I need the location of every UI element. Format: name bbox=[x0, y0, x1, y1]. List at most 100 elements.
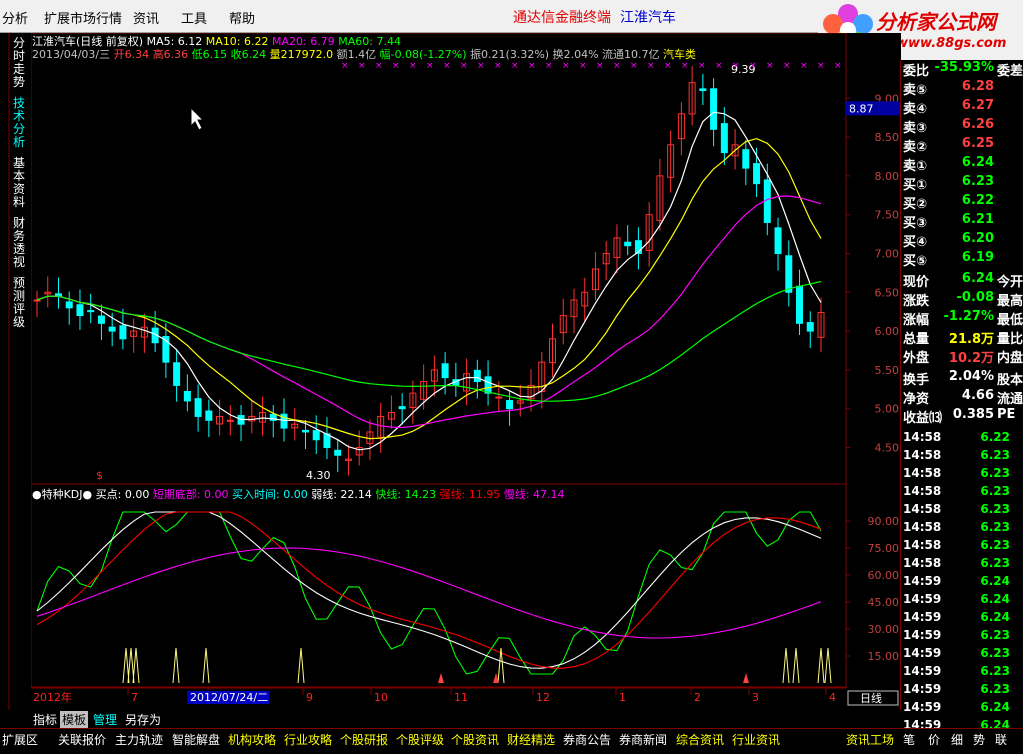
price-axis-label: 7.00 bbox=[875, 247, 900, 260]
statusbar-tab[interactable]: 券商公告 bbox=[563, 731, 611, 748]
statusbar-tab[interactable]: 个股评级 bbox=[396, 731, 444, 748]
quote-row-value: 10.2万 bbox=[948, 351, 994, 366]
tick-row: 14:58 6.23 bbox=[901, 448, 1023, 466]
order-book-row: 卖④ 6.27 bbox=[901, 98, 1023, 117]
tab-basic-info[interactable]: 基本资料 bbox=[11, 157, 27, 209]
statusbar-tab[interactable]: 行业攻略 bbox=[284, 731, 332, 748]
ma5-line bbox=[36, 111, 822, 451]
statusbar-tab[interactable]: 资讯工场 bbox=[846, 731, 894, 748]
tab-forecast[interactable]: 预测评级 bbox=[11, 277, 27, 329]
signal-marker: × bbox=[443, 61, 451, 71]
statusbar-tab[interactable]: 个股研报 bbox=[340, 731, 388, 748]
statusbar-tab[interactable]: 笔 bbox=[903, 731, 915, 748]
date-axis-month: 4 bbox=[829, 691, 836, 704]
statusbar-tab[interactable]: 主力轨迹 bbox=[115, 731, 163, 748]
indicator-tabs: 指标 模板 管理 另存为 bbox=[31, 710, 901, 728]
kdj-info-7: 慢线: 47.14 bbox=[503, 488, 565, 501]
menu-tools[interactable]: 工具 bbox=[181, 8, 207, 27]
signal-marker: × bbox=[800, 61, 808, 71]
sell-marker bbox=[438, 673, 444, 683]
tab-manage[interactable]: 管理 bbox=[91, 711, 119, 728]
ohlc-info-3: 低6.15 bbox=[191, 48, 231, 61]
statusbar-tab[interactable]: 券商新闻 bbox=[619, 731, 667, 748]
statusbar-tab[interactable]: 联 bbox=[995, 731, 1007, 748]
signal-marker: × bbox=[664, 61, 672, 71]
candle-body bbox=[774, 227, 782, 254]
menu-extended-market[interactable]: 扩展市场行情 bbox=[44, 8, 122, 27]
tick-price: 6.23 bbox=[980, 556, 1010, 570]
kdj-axis-label: 30.00 bbox=[868, 623, 900, 636]
candle-body bbox=[334, 449, 342, 456]
tick-time: 14:59 bbox=[903, 646, 942, 660]
candle-body bbox=[441, 363, 449, 379]
price-axis-label: 8.00 bbox=[875, 170, 900, 183]
kdj-info-1: 买点: 0.00 bbox=[95, 488, 153, 501]
ma10-line bbox=[36, 137, 822, 440]
menu-info[interactable]: 资讯 bbox=[133, 8, 159, 27]
tab-intraday[interactable]: 分时走势 bbox=[11, 37, 27, 89]
date-axis-month: 3 bbox=[752, 691, 759, 704]
candle-body bbox=[108, 326, 116, 332]
buy-spike bbox=[172, 647, 180, 684]
mouse-cursor-icon bbox=[190, 106, 205, 131]
candle-body bbox=[205, 410, 213, 421]
date-axis-month: 9 bbox=[306, 691, 313, 704]
date-axis-month: 2 bbox=[694, 691, 701, 704]
tick-row: 14:58 6.23 bbox=[901, 538, 1023, 556]
buy-spike bbox=[782, 647, 790, 684]
signal-marker: × bbox=[358, 61, 366, 71]
kdj-info-line: ●特种KDJ● 买点: 0.00 短期底部: 0.00 买入时间: 0.00 弱… bbox=[32, 486, 565, 502]
order-book-row-label: 卖⑤ bbox=[903, 83, 928, 98]
tick-price: 6.23 bbox=[980, 682, 1010, 696]
menu-help[interactable]: 帮助 bbox=[229, 8, 255, 27]
tick-time: 14:59 bbox=[903, 628, 942, 642]
statusbar-tab[interactable]: 智能解盘 bbox=[172, 731, 220, 748]
candle-body bbox=[624, 241, 632, 247]
order-book-row-value: 6.24 bbox=[961, 155, 994, 170]
quote-row-label2: 最高 bbox=[997, 294, 1023, 309]
statusbar-tab[interactable]: 行业资讯 bbox=[732, 731, 780, 748]
tab-template[interactable]: 模板 bbox=[60, 711, 89, 728]
tab-technical[interactable]: 技术分析 bbox=[11, 97, 27, 149]
statusbar-tab[interactable]: 价 bbox=[928, 731, 940, 748]
menu-analysis[interactable]: 分析 bbox=[2, 8, 28, 27]
chart-area[interactable]: 9.00 8.50 8.00 7.50 7.00 6.50 6.00 5.50 5.00 4.50… bbox=[30, 32, 901, 725]
tick-time: 14:58 bbox=[903, 502, 942, 516]
tick-price: 6.23 bbox=[980, 538, 1010, 552]
kdj-info-0: ●特种KDJ● bbox=[32, 488, 96, 501]
tab-save-as[interactable]: 另存为 bbox=[123, 711, 163, 728]
statusbar-tab[interactable]: 综合资讯 bbox=[676, 731, 724, 748]
tab-financial[interactable]: 财务透视 bbox=[11, 217, 27, 269]
side-divider bbox=[8, 33, 10, 710]
statusbar-tab[interactable]: 关联报价 bbox=[58, 731, 106, 748]
candle-body bbox=[183, 390, 191, 402]
candle-body bbox=[473, 369, 481, 383]
date-axis-month: 1 bbox=[619, 691, 626, 704]
statusbar-tab[interactable]: 细 bbox=[951, 731, 963, 748]
candle-body bbox=[742, 149, 750, 169]
statusbar-tab[interactable]: 扩展区 bbox=[2, 731, 38, 748]
order-book-row: 买③ 6.21 bbox=[901, 212, 1023, 231]
statusbar-tab[interactable]: 财经精选 bbox=[507, 731, 555, 748]
kdj-info-5: 快线: 14.23 bbox=[375, 488, 440, 501]
tab-indicator[interactable]: 指标 bbox=[31, 711, 59, 728]
statusbar-tab[interactable]: 机构攻略 bbox=[228, 731, 276, 748]
fundamental-row-label: 净资 bbox=[903, 392, 930, 407]
statusbar-tab[interactable]: 个股资讯 bbox=[451, 731, 499, 748]
kdj-axis-label: 15.00 bbox=[868, 650, 900, 663]
kline-chart[interactable]: 9.008.508.007.507.006.506.005.505.004.50… bbox=[30, 32, 901, 725]
order-book-row-value: 6.28 bbox=[961, 79, 994, 94]
tick-time: 14:58 bbox=[903, 466, 942, 480]
quote-row-label2: 今开 bbox=[997, 275, 1023, 290]
order-book-row-label: 卖① bbox=[903, 159, 928, 174]
signal-marker: × bbox=[426, 61, 434, 71]
candle-body bbox=[710, 88, 718, 130]
candle-body bbox=[699, 88, 707, 92]
order-book-row-label: 买③ bbox=[903, 216, 928, 231]
tick-time: 14:59 bbox=[903, 700, 942, 714]
tick-row: 14:59 6.23 bbox=[901, 664, 1023, 682]
statusbar-tab[interactable]: 势 bbox=[973, 731, 985, 748]
candle-body bbox=[226, 419, 234, 422]
tick-price: 6.24 bbox=[980, 610, 1010, 624]
tick-price: 6.24 bbox=[980, 592, 1010, 606]
